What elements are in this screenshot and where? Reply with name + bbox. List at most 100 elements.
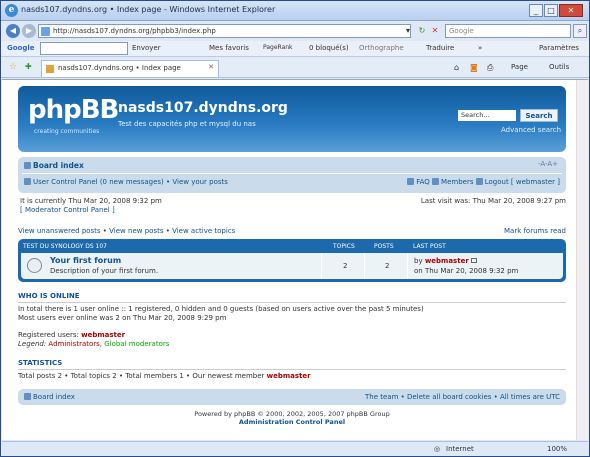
url-dropdown-icon[interactable]: ▾ bbox=[402, 25, 414, 37]
site-description: Test des capacités php et mysql du nas bbox=[118, 120, 256, 128]
footer-links[interactable]: The team • Delete all board cookies • Al… bbox=[365, 393, 560, 401]
current-time: It is currently Thu Mar 20, 2008 9:32 pm bbox=[20, 197, 162, 205]
online-user-link[interactable]: webmaster bbox=[81, 331, 125, 339]
security-zone: Internet bbox=[446, 445, 474, 453]
ucp-icon bbox=[24, 178, 31, 185]
faq-icon bbox=[407, 178, 415, 185]
footer-board-index-link[interactable]: Board index bbox=[33, 393, 75, 401]
url-input[interactable]: http://nasds107.dyndns.org/phpbb3/index.… bbox=[38, 24, 411, 38]
google-logo: Google bbox=[7, 44, 35, 52]
search-input[interactable]: Google bbox=[445, 24, 571, 38]
back-icon[interactable]: ◀ bbox=[6, 24, 20, 38]
page-icon bbox=[41, 27, 50, 36]
window-title: nasds107.dyndns.org • Index page - Windo… bbox=[21, 5, 276, 14]
statistics-text: Total posts 2 • Total topics 2 • Total m… bbox=[18, 372, 311, 380]
star-icon[interactable]: ☆ bbox=[9, 62, 17, 72]
faq-link[interactable]: FAQ bbox=[416, 178, 430, 186]
title-bar: e nasds107.dyndns.org • Index page - Win… bbox=[1, 1, 589, 21]
page-viewport: phpBB creating communities nasds107.dynd… bbox=[2, 79, 588, 440]
status-bar: ◎ Internet 100% bbox=[2, 441, 588, 456]
address-bar: ◀ ▶ http://nasds107.dyndns.org/phpbb3/in… bbox=[1, 22, 589, 40]
last-post-time: on Thu Mar 20, 2008 9:32 pm bbox=[414, 267, 519, 275]
unanswered-link[interactable]: View unanswered posts bbox=[18, 227, 101, 235]
active-topics-link[interactable]: View active topics bbox=[172, 227, 235, 235]
forward-icon[interactable]: ▶ bbox=[22, 24, 36, 38]
page-menu[interactable]: Page bbox=[511, 63, 528, 71]
mcp-link[interactable]: [ Moderator Control Panel ] bbox=[20, 206, 162, 215]
column-divider bbox=[364, 253, 365, 279]
tab-close-icon[interactable]: ✕ bbox=[208, 63, 214, 71]
col-topics: Topics bbox=[333, 243, 355, 250]
members-icon bbox=[432, 178, 440, 185]
logo-tagline: creating communities bbox=[34, 128, 100, 135]
internet-zone-icon: ◎ bbox=[434, 445, 441, 453]
view-latest-post-icon[interactable] bbox=[471, 258, 478, 263]
zoom-level[interactable]: 100% bbox=[547, 445, 567, 453]
font-size-control[interactable]: -A-A+ bbox=[538, 160, 558, 168]
home-icon bbox=[24, 162, 31, 169]
pagerank-button[interactable]: PageRank bbox=[263, 44, 293, 51]
stop-icon[interactable]: ✕ bbox=[429, 25, 441, 37]
forum-table: Test du Synology DS 107 Topics Posts Las… bbox=[18, 239, 566, 282]
forum-search-input[interactable]: Search… bbox=[458, 110, 516, 121]
print-icon[interactable]: ⎙ bbox=[487, 63, 493, 73]
new-posts-link[interactable]: View new posts bbox=[109, 227, 163, 235]
favorites-button[interactable]: Mes favoris bbox=[209, 44, 249, 52]
settings-button[interactable]: Paramètres bbox=[539, 44, 579, 52]
vertical-scrollbar[interactable] bbox=[576, 80, 588, 440]
forum-search-button[interactable]: Search bbox=[520, 109, 558, 122]
quick-links: View unanswered posts • View new posts •… bbox=[18, 227, 566, 235]
legend-admin-link[interactable]: Administrators bbox=[48, 340, 99, 348]
legend-mod-link[interactable]: Global moderators bbox=[104, 340, 169, 348]
category-title[interactable]: Test du Synology DS 107 bbox=[23, 243, 107, 250]
who-online-heading: Who is online bbox=[18, 292, 566, 303]
view-posts-link[interactable]: View your posts bbox=[172, 178, 228, 186]
forum-navbar: Board index -A-A+ User Control Panel (0 … bbox=[18, 157, 566, 193]
logout-icon bbox=[475, 178, 483, 185]
phpbb-logo[interactable]: phpBB bbox=[28, 95, 119, 125]
translate-button[interactable]: Traduire bbox=[426, 44, 454, 52]
advanced-search-link[interactable]: Advanced search bbox=[501, 126, 561, 134]
time-info: It is currently Thu Mar 20, 2008 9:32 pm… bbox=[18, 197, 566, 221]
acp-link[interactable]: Administration Control Panel bbox=[18, 418, 566, 426]
google-more-button[interactable]: » bbox=[478, 44, 482, 52]
feeds-icon[interactable]: ◙ bbox=[470, 63, 478, 72]
who-online-text: In total there is 1 user online :: 1 reg… bbox=[18, 305, 424, 348]
spelling-button[interactable]: Orthographe bbox=[359, 44, 404, 52]
maximize-button[interactable]: □ bbox=[544, 4, 558, 17]
ucp-link[interactable]: User Control Panel (0 new messages) bbox=[33, 178, 164, 186]
column-divider bbox=[407, 253, 408, 279]
browser-window: e nasds107.dyndns.org • Index page - Win… bbox=[0, 0, 590, 457]
search-go-icon[interactable]: ⌕ bbox=[573, 24, 587, 38]
tools-menu[interactable]: Outils bbox=[549, 63, 569, 71]
close-button[interactable]: ✕ bbox=[559, 4, 583, 17]
col-last-post: Last post bbox=[413, 243, 446, 250]
copyright: Powered by phpBB © 2000, 2002, 2005, 200… bbox=[18, 410, 566, 426]
home-icon[interactable]: ⌂ bbox=[454, 63, 459, 72]
site-name: nasds107.dyndns.org bbox=[118, 100, 288, 116]
mark-read-link[interactable]: Mark forums read bbox=[504, 227, 566, 235]
blocked-button[interactable]: 0 bloqué(s) bbox=[309, 44, 349, 52]
tab-index-page[interactable]: nasds107.dyndns.org • Index page ✕ bbox=[41, 60, 219, 77]
forum-read-icon bbox=[27, 258, 42, 273]
newest-member-link[interactable]: webmaster bbox=[267, 372, 311, 380]
last-poster-link[interactable]: webmaster bbox=[425, 257, 469, 265]
home-icon bbox=[24, 393, 31, 400]
board-index-link[interactable]: Board index bbox=[33, 161, 84, 170]
minimize-button[interactable]: _ bbox=[529, 4, 543, 17]
refresh-icon[interactable]: ↻ bbox=[416, 25, 428, 37]
topics-count: 2 bbox=[343, 262, 348, 270]
members-link[interactable]: Members bbox=[441, 178, 473, 186]
posts-count: 2 bbox=[385, 262, 390, 270]
favicon-icon bbox=[46, 65, 54, 73]
navbar-divider bbox=[22, 173, 562, 174]
forum-name-link[interactable]: Your first forum bbox=[50, 256, 121, 265]
google-search-input[interactable] bbox=[40, 42, 128, 55]
add-favorite-icon[interactable]: ✚ bbox=[25, 62, 32, 71]
tab-bar: ☆ ✚ nasds107.dyndns.org • Index page ✕ ⌂ … bbox=[1, 58, 589, 78]
forum-description: Description of your first forum. bbox=[50, 267, 159, 275]
google-toolbar: Google Envoyer Mes favoris PageRank 0 bl… bbox=[1, 41, 589, 57]
google-send-button[interactable]: Envoyer bbox=[132, 44, 161, 52]
logout-link[interactable]: Logout [ webmaster ] bbox=[485, 178, 560, 186]
forum-row: Your first forum Description of your fir… bbox=[21, 253, 563, 279]
